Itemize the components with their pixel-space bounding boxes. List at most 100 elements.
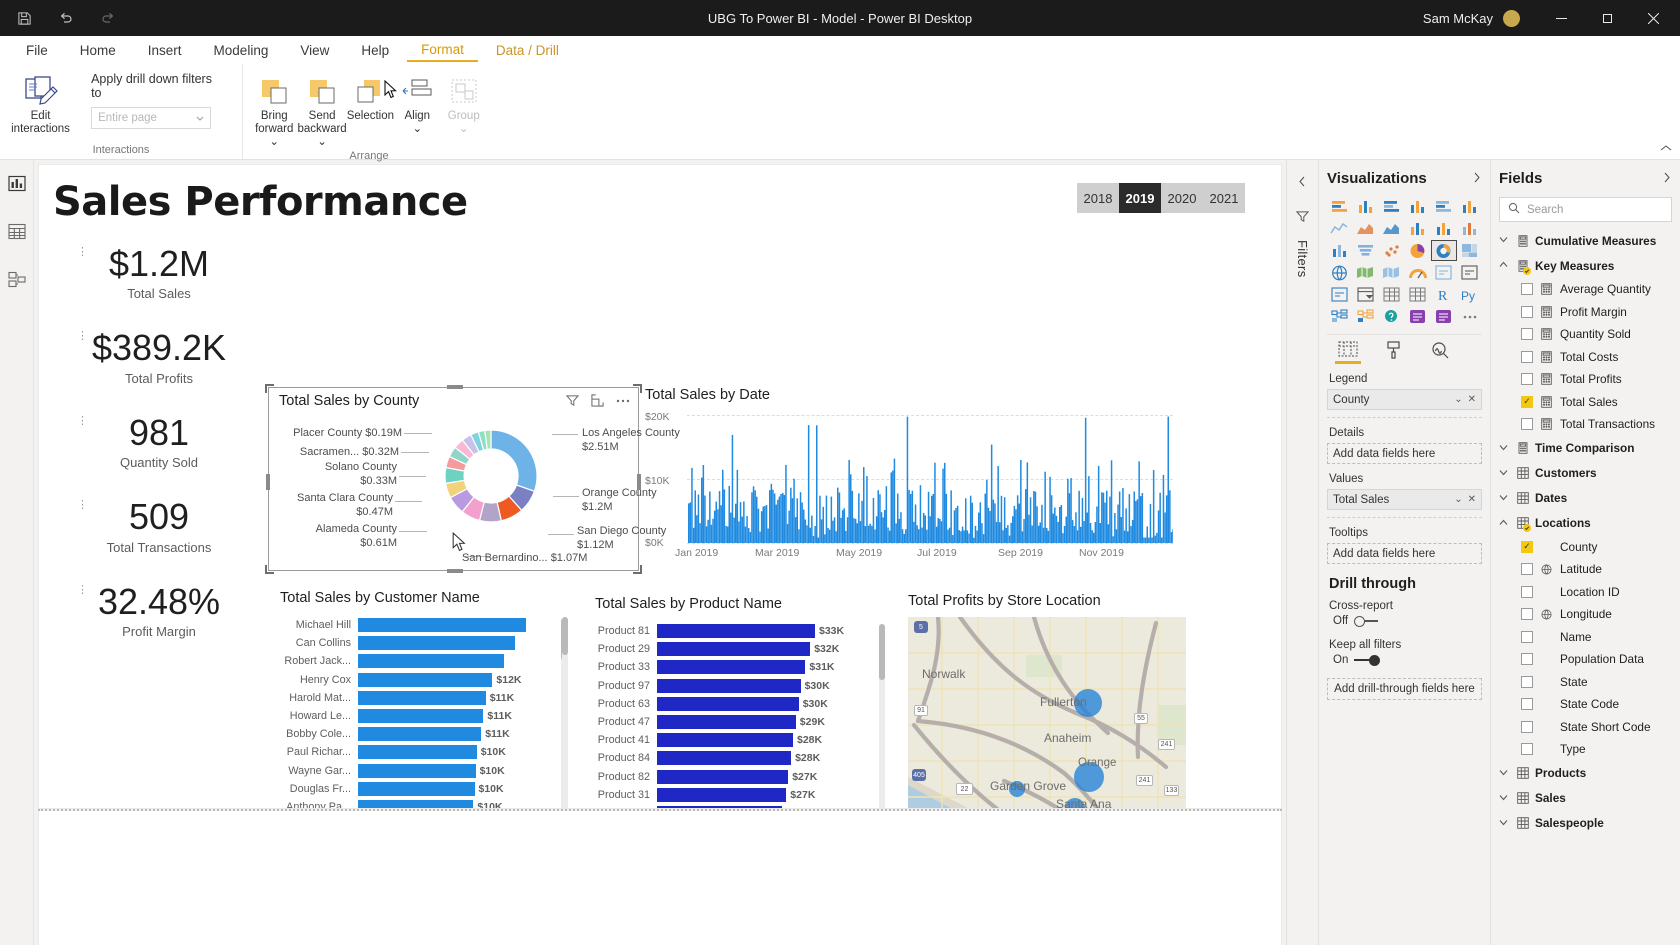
bar-row[interactable]: Robert Jack... $13K	[280, 652, 565, 670]
stacked-column-chart-icon[interactable]	[1353, 197, 1377, 216]
chevron-down-icon[interactable]: ⌄	[1454, 494, 1462, 505]
field-item-total-sales[interactable]: Total Sales	[1499, 391, 1672, 414]
field-item-profit-margin[interactable]: Profit Margin	[1499, 301, 1672, 324]
ribbon-tab-insert[interactable]: Insert	[134, 39, 196, 62]
fields-table-key-measures[interactable]: Key Measures	[1499, 253, 1672, 278]
q-and-a-icon[interactable]	[1379, 307, 1403, 326]
field-checkbox[interactable]	[1521, 395, 1533, 408]
chevron-down-icon[interactable]	[1499, 468, 1510, 479]
field-checkbox[interactable]	[1521, 305, 1533, 318]
chevron-down-icon[interactable]	[1499, 235, 1510, 246]
field-checkbox[interactable]	[1521, 328, 1533, 341]
toggle-switch-icon[interactable]	[1354, 615, 1380, 627]
paginated-report-icon[interactable]	[1432, 307, 1456, 326]
remove-field-icon[interactable]: ✕	[1468, 494, 1476, 505]
clustered-bar-chart-icon[interactable]	[1379, 197, 1403, 216]
visual-total-sales-by-date[interactable]: Total Sales by Date $20K $10K $0K Jan 20…	[645, 387, 1185, 567]
product-bar-rows[interactable]: Product 81 $33K Product 29 $32K Product …	[595, 622, 885, 808]
visual-total-sales-by-product-name[interactable]: Total Sales by Product Name Product 81 $…	[595, 596, 885, 808]
field-item-name[interactable]: Name	[1499, 626, 1672, 649]
fields-table-products[interactable]: Products	[1499, 761, 1672, 786]
field-checkbox[interactable]	[1521, 563, 1533, 576]
field-item-quantity-sold[interactable]: Quantity Sold	[1499, 323, 1672, 346]
field-checkbox[interactable]	[1521, 720, 1533, 733]
chevron-down-icon[interactable]	[1499, 818, 1510, 829]
format-pane-icon[interactable]	[1381, 341, 1407, 364]
field-checkbox[interactable]	[1521, 653, 1533, 666]
hundred-stacked-bar-icon[interactable]	[1432, 197, 1456, 216]
multi-row-card-icon[interactable]	[1432, 263, 1456, 282]
kpi-card-total-sales[interactable]: ⋮ $1.2M Total Sales	[59, 243, 259, 301]
gauge-chart-icon[interactable]	[1405, 263, 1429, 282]
bar-row[interactable]: Product 29 $32K	[595, 640, 885, 658]
ribbon-tab-view[interactable]: View	[286, 39, 343, 62]
field-checkbox[interactable]	[1521, 698, 1533, 711]
analytics-pane-icon[interactable]	[1427, 341, 1453, 364]
filters-pane-rail[interactable]: Filters	[1286, 160, 1318, 945]
field-item-type[interactable]: Type	[1499, 738, 1672, 761]
python-script-icon[interactable]: Py	[1458, 285, 1482, 304]
chevron-down-icon[interactable]	[1499, 493, 1510, 504]
field-checkbox[interactable]	[1521, 540, 1533, 553]
donut-chart-icon[interactable]	[1430, 240, 1457, 261]
ribbon-tab-file[interactable]: File	[12, 39, 62, 62]
product-chart-scrollbar[interactable]	[879, 624, 885, 808]
waterfall-chart-icon[interactable]	[1327, 241, 1351, 260]
field-item-latitude[interactable]: Latitude	[1499, 558, 1672, 581]
bar-row[interactable]: Product 63 $30K	[595, 695, 885, 713]
report-page[interactable]: Sales Performance 2018 2019 2020 2021 ⋮ …	[38, 164, 1282, 809]
resize-handle-s[interactable]	[447, 569, 463, 573]
sidebar-item-report-view[interactable]	[5, 172, 29, 194]
field-item-average-quantity[interactable]: Average Quantity	[1499, 278, 1672, 301]
fields-search-box[interactable]: Search	[1499, 197, 1672, 222]
ribbon-chart-icon[interactable]	[1458, 219, 1482, 238]
ribbon-tab-home[interactable]: Home	[66, 39, 130, 62]
kpi-card-quantity-sold[interactable]: ⋮ 981 Quantity Sold	[59, 412, 259, 470]
field-checkbox[interactable]	[1521, 373, 1533, 386]
ribbon-tab-data-drill[interactable]: Data / Drill	[482, 39, 573, 62]
kpi-card-total-transactions[interactable]: ⋮ 509 Total Transactions	[59, 496, 259, 554]
fields-table-cumulative-measures[interactable]: Cumulative Measures	[1499, 228, 1672, 253]
cross-report-toggle[interactable]: Off	[1333, 615, 1482, 627]
card-drag-handle[interactable]: ⋮	[77, 245, 88, 258]
get-more-visuals-icon[interactable]	[1458, 307, 1482, 326]
bar-row[interactable]: Product 97 $30K	[595, 677, 885, 695]
save-icon[interactable]	[14, 8, 34, 28]
minimize-button[interactable]	[1538, 0, 1584, 36]
bar-row[interactable]: Product 66 $26K	[595, 804, 885, 808]
slicer-item-2018[interactable]: 2018	[1077, 183, 1119, 213]
bar-row[interactable]: Wayne Gar... $10K	[280, 762, 565, 780]
visual-total-profits-by-store-location[interactable]: Total Profits by Store Location 5 91 405…	[908, 593, 1186, 808]
align-button[interactable]: Align ⌄	[394, 72, 440, 136]
slicer-item-2021[interactable]: 2021	[1203, 183, 1245, 213]
bar-row[interactable]: Michael Hill $15K	[280, 616, 565, 634]
toggle-switch-icon[interactable]	[1354, 654, 1381, 666]
table-icon[interactable]	[1379, 285, 1403, 304]
field-checkbox[interactable]	[1521, 283, 1533, 296]
map-canvas[interactable]: 5 91 405 22 55 241 241 133 73 405	[908, 617, 1186, 808]
details-well[interactable]: Add data fields here	[1327, 443, 1482, 464]
resize-handle-sw[interactable]	[265, 565, 274, 574]
matrix-icon[interactable]	[1405, 285, 1429, 304]
sidebar-item-data-view[interactable]	[5, 220, 29, 242]
customer-chart-outer-scrollbar[interactable]	[562, 617, 568, 808]
ribbon-tab-help[interactable]: Help	[347, 39, 403, 62]
year-slicer[interactable]: 2018 2019 2020 2021	[1077, 183, 1245, 213]
treemap-icon[interactable]	[1458, 241, 1482, 260]
bar-row[interactable]: Product 82 $27K	[595, 768, 885, 786]
card-drag-handle[interactable]: ⋮	[77, 414, 88, 427]
bar-row[interactable]: Product 33 $31K	[595, 658, 885, 676]
field-item-state-short-code[interactable]: State Short Code	[1499, 716, 1672, 739]
chevron-left-icon[interactable]	[1297, 174, 1308, 192]
visual-pane-tools[interactable]	[1327, 334, 1482, 364]
bar-row[interactable]: Howard Le... $11K	[280, 707, 565, 725]
field-item-total-transactions[interactable]: Total Transactions	[1499, 413, 1672, 436]
close-button[interactable]	[1630, 0, 1676, 36]
field-item-state[interactable]: State	[1499, 671, 1672, 694]
decomposition-tree-icon[interactable]	[1353, 307, 1377, 326]
funnel-chart-icon[interactable]	[1353, 241, 1377, 260]
field-item-population-data[interactable]: Population Data	[1499, 648, 1672, 671]
chevron-down-icon[interactable]	[1499, 443, 1510, 454]
field-item-location-id[interactable]: Location ID	[1499, 581, 1672, 604]
bar-row[interactable]: Henry Cox $12K	[280, 671, 565, 689]
